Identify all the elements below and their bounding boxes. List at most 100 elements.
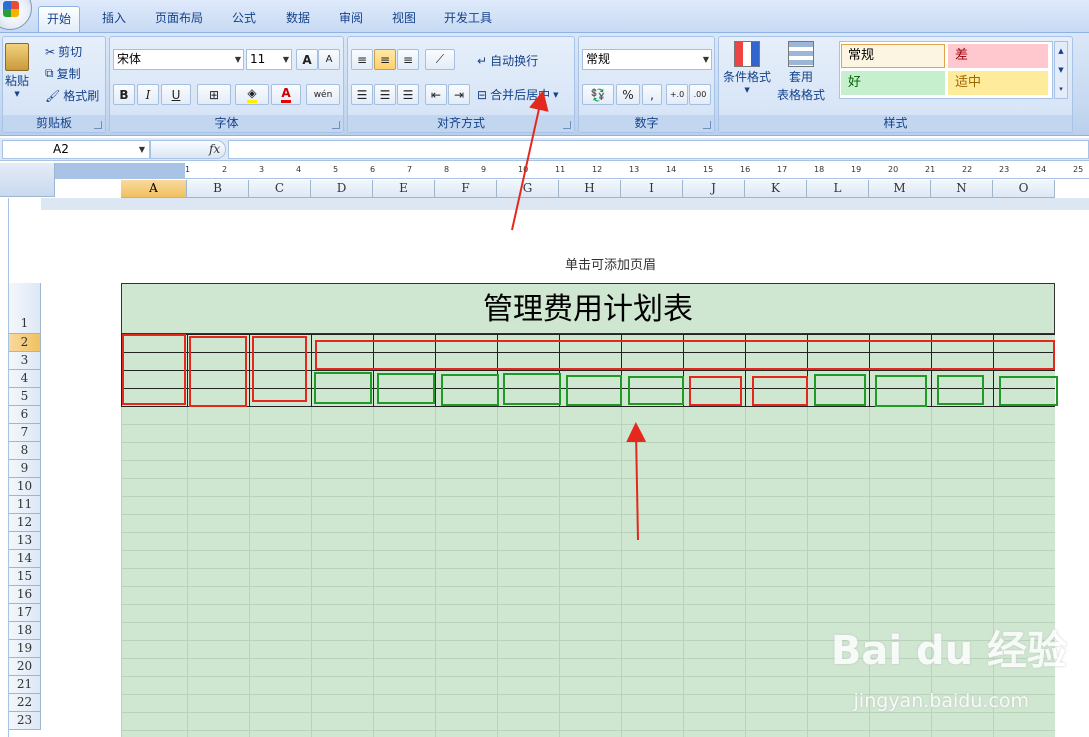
style-normal[interactable]: 常规 <box>841 44 945 68</box>
column-header-K[interactable]: K <box>745 180 807 198</box>
column-header-G[interactable]: G <box>497 180 559 198</box>
dialog-launcher-icon[interactable] <box>332 121 340 129</box>
orientation-button[interactable]: ⟋ <box>425 49 455 70</box>
column-header-I[interactable]: I <box>621 180 683 198</box>
dialog-launcher-icon[interactable] <box>703 121 711 129</box>
formula-input[interactable] <box>228 140 1089 159</box>
dialog-launcher-icon[interactable] <box>94 121 102 129</box>
conditional-format-button[interactable]: 条件格式 ▼ <box>723 41 771 94</box>
style-neutral[interactable]: 适中 <box>948 71 1048 95</box>
grow-font-button[interactable]: A <box>296 49 318 70</box>
tab-page-layout[interactable]: 页面布局 <box>147 6 211 32</box>
wrap-text-button[interactable]: ↵ 自动换行 <box>477 52 538 69</box>
row-header-15[interactable]: 15 <box>9 568 41 586</box>
phonetic-button[interactable]: wén <box>306 84 340 105</box>
row-header-8[interactable]: 8 <box>9 442 41 460</box>
decrease-decimal-button[interactable]: .00 <box>689 84 711 105</box>
header-hint[interactable]: 单击可添加页眉 <box>565 254 656 273</box>
row-header-3[interactable]: 3 <box>9 352 41 370</box>
align-center-button[interactable]: ☰ <box>374 84 396 105</box>
increase-indent-button[interactable]: ⇥ <box>448 84 470 105</box>
row-header-9[interactable]: 9 <box>9 460 41 478</box>
comma-button[interactable]: , <box>642 84 662 105</box>
tab-developer[interactable]: 开发工具 <box>436 6 500 32</box>
sheet-title[interactable]: 管理费用计划表 <box>121 283 1055 334</box>
font-name-select[interactable]: 宋体 ▼ <box>113 49 244 70</box>
decrease-indent-button[interactable]: ⇤ <box>425 84 447 105</box>
tab-view[interactable]: 视图 <box>384 6 424 32</box>
column-header-M[interactable]: M <box>869 180 931 198</box>
row-header-22[interactable]: 22 <box>9 694 41 712</box>
select-all-corner[interactable] <box>0 163 55 197</box>
italic-button[interactable]: I <box>137 84 159 105</box>
column-header-E[interactable]: E <box>373 180 435 198</box>
row-header-4[interactable]: 4 <box>9 370 41 388</box>
align-middle-button[interactable]: ≡ <box>374 49 396 70</box>
align-top-icon: ≡ <box>356 52 368 67</box>
chevron-down-icon: ▼ <box>14 90 20 98</box>
insert-function-button[interactable]: fx <box>150 140 226 159</box>
column-header-C[interactable]: C <box>249 180 311 198</box>
borders-button[interactable]: ⊞ <box>197 84 231 105</box>
row-header-10[interactable]: 10 <box>9 478 41 496</box>
row-header-11[interactable]: 11 <box>9 496 41 514</box>
tab-data[interactable]: 数据 <box>278 6 318 32</box>
dialog-launcher-icon[interactable] <box>563 121 571 129</box>
highlight-box <box>566 375 622 406</box>
row-header-18[interactable]: 18 <box>9 622 41 640</box>
underline-button[interactable]: U <box>161 84 191 105</box>
tab-review[interactable]: 审阅 <box>331 6 371 32</box>
copy-button[interactable]: ⧉ 复制 <box>45 65 81 82</box>
column-header-F[interactable]: F <box>435 180 497 198</box>
style-good[interactable]: 好 <box>841 71 945 95</box>
number-format-select[interactable]: 常规 ▼ <box>582 49 712 70</box>
row-header-5[interactable]: 5 <box>9 388 41 406</box>
format-as-table-button[interactable]: 套用 表格格式 <box>777 41 825 103</box>
row-header-21[interactable]: 21 <box>9 676 41 694</box>
row-header-14[interactable]: 14 <box>9 550 41 568</box>
row-header-16[interactable]: 16 <box>9 586 41 604</box>
row-header-1[interactable]: 1 <box>9 283 41 334</box>
currency-button[interactable]: 💱 <box>582 84 614 105</box>
column-header-D[interactable]: D <box>311 180 373 198</box>
row-header-6[interactable]: 6 <box>9 406 41 424</box>
column-header-J[interactable]: J <box>683 180 745 198</box>
shrink-font-button[interactable]: A <box>318 49 340 70</box>
cut-button[interactable]: ✂ 剪切 <box>45 43 82 60</box>
row-header-20[interactable]: 20 <box>9 658 41 676</box>
column-header-L[interactable]: L <box>807 180 869 198</box>
align-top-button[interactable]: ≡ <box>351 49 373 70</box>
row-header-13[interactable]: 13 <box>9 532 41 550</box>
align-right-button[interactable]: ☰ <box>397 84 419 105</box>
column-header-N[interactable]: N <box>931 180 993 198</box>
bold-button[interactable]: B <box>113 84 135 105</box>
name-box[interactable]: A2 ▼ <box>2 140 150 159</box>
column-header-B[interactable]: B <box>187 180 249 198</box>
font-size-select[interactable]: 11 ▼ <box>246 49 292 70</box>
increase-decimal-button[interactable]: +.0 <box>666 84 688 105</box>
row-header-7[interactable]: 7 <box>9 424 41 442</box>
merge-center-button[interactable]: ⊟ 合并后居中 ▼ <box>477 86 558 103</box>
column-header-H[interactable]: H <box>559 180 621 198</box>
office-button[interactable] <box>0 0 32 30</box>
baidu-watermark-url: jingyan.baidu.com <box>853 690 1029 712</box>
tab-insert[interactable]: 插入 <box>94 6 134 32</box>
tab-formulas[interactable]: 公式 <box>224 6 264 32</box>
fill-color-button[interactable]: ◈ <box>235 84 269 105</box>
align-left-button[interactable]: ☰ <box>351 84 373 105</box>
font-color-button[interactable]: A <box>271 84 301 105</box>
row-header-2[interactable]: 2 <box>9 334 41 352</box>
format-painter-button[interactable]: 🖌 格式刷 <box>45 87 99 104</box>
row-header-23[interactable]: 23 <box>9 712 41 730</box>
column-header-A[interactable]: A <box>121 180 187 198</box>
row-header-17[interactable]: 17 <box>9 604 41 622</box>
paste-button[interactable]: 粘贴 ▼ <box>5 43 29 98</box>
gallery-scroll[interactable]: ▲ ▼ ▾ <box>1054 41 1068 99</box>
row-header-19[interactable]: 19 <box>9 640 41 658</box>
tab-home[interactable]: 开始 <box>38 6 81 32</box>
style-bad[interactable]: 差 <box>948 44 1048 68</box>
align-bottom-button[interactable]: ≡ <box>397 49 419 70</box>
column-header-O[interactable]: O <box>993 180 1055 198</box>
row-header-12[interactable]: 12 <box>9 514 41 532</box>
percent-button[interactable]: % <box>616 84 640 105</box>
